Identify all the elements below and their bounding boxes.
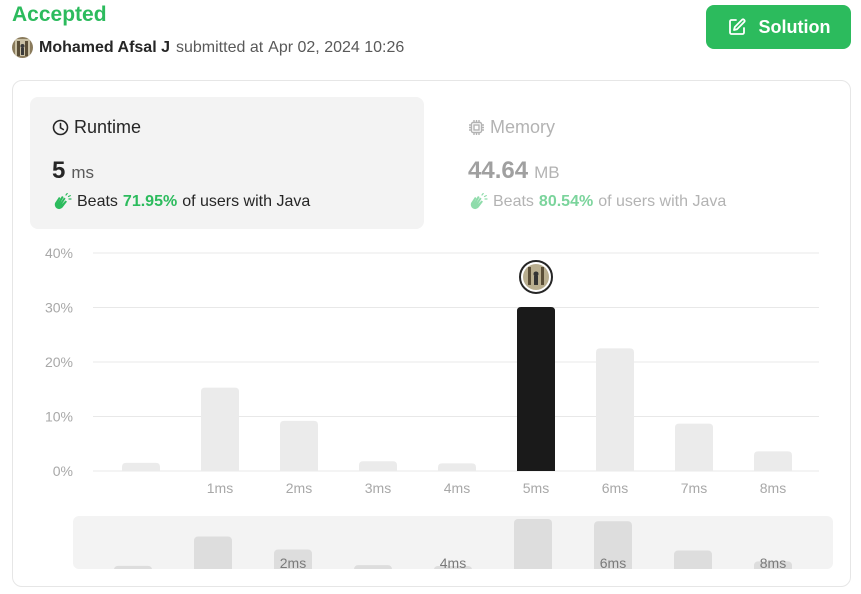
selected-user-avatar[interactable] — [519, 259, 553, 294]
x-tick-label: 7ms — [681, 480, 707, 496]
overview-tick-label: 2ms — [280, 555, 306, 569]
bar[interactable] — [754, 451, 792, 471]
bar[interactable] — [596, 348, 634, 471]
submission-byline: Mohamed Afsal J submitted at Apr 02, 202… — [12, 37, 404, 58]
overview-bar — [674, 550, 712, 569]
chart-overview-scroller[interactable]: 2ms 4ms 6ms 8ms — [73, 516, 833, 569]
submission-status: Accepted — [12, 3, 107, 26]
overview-bar — [114, 565, 152, 569]
x-tick-label: 4ms — [444, 480, 470, 496]
x-tick-label: 1ms — [207, 480, 233, 496]
bar[interactable] — [675, 423, 713, 471]
y-tick-label: 20% — [45, 354, 73, 370]
solution-button-label: Solution — [758, 16, 831, 37]
x-tick-label: 2ms — [286, 480, 312, 496]
y-tick-label: 0% — [53, 463, 73, 479]
performance-panel: Runtime 5 ms Beats 71.95% of users with … — [12, 80, 851, 587]
x-tick-label: 8ms — [760, 480, 786, 496]
y-tick-label: 40% — [45, 245, 73, 261]
overview-bar — [194, 536, 232, 569]
y-tick-label: 30% — [45, 300, 73, 316]
runtime-distribution-chart: 0% 10% 20% 30% 40% 1ms 2ms 3ms 4ms 5ms 6ms 7ms 8ms — [45, 245, 819, 496]
user-avatar[interactable] — [12, 37, 33, 58]
bar[interactable] — [359, 461, 397, 471]
y-tick-label: 10% — [45, 409, 73, 425]
solution-button[interactable]: Solution — [706, 5, 851, 49]
x-tick-label: 3ms — [365, 480, 391, 496]
submitted-label: submitted at — [176, 38, 264, 56]
x-tick-label: 6ms — [602, 480, 628, 496]
x-tick-label: 5ms — [523, 480, 549, 496]
bar[interactable] — [122, 462, 160, 471]
overview-tick-label: 4ms — [440, 555, 466, 569]
overview-bar — [514, 519, 552, 569]
bar[interactable] — [438, 463, 476, 471]
submitted-time: Apr 02, 2024 10:26 — [268, 38, 405, 56]
username[interactable]: Mohamed Afsal J — [39, 39, 170, 57]
bar-selected[interactable] — [517, 306, 555, 471]
bar[interactable] — [280, 420, 318, 471]
overview-tick-label: 8ms — [760, 555, 786, 569]
edit-icon — [728, 18, 746, 35]
overview-tick-label: 6ms — [600, 555, 626, 569]
overview-bar — [354, 565, 392, 569]
overview-chart: 2ms 4ms 6ms 8ms — [114, 519, 792, 569]
bar[interactable] — [201, 387, 239, 471]
